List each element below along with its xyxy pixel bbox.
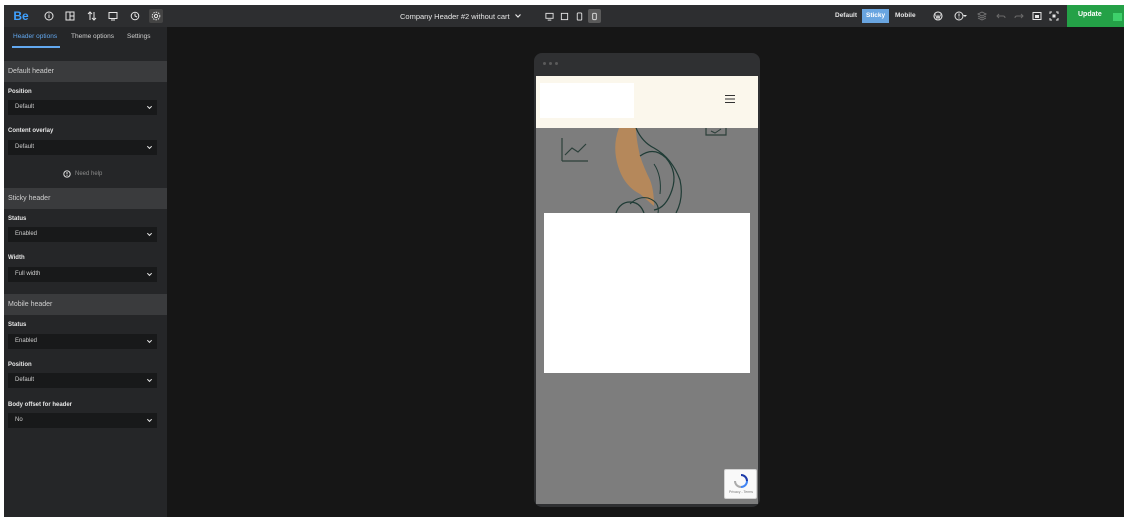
body-offset-label: Body offset for header — [8, 402, 73, 408]
layout-icon[interactable] — [63, 9, 77, 23]
update-button[interactable]: Update — [1067, 5, 1124, 27]
chevron-down-icon — [146, 418, 153, 423]
hero-illustration — [561, 128, 727, 213]
fullscreen-icon[interactable] — [1047, 9, 1061, 23]
tab-settings[interactable]: Settings — [127, 33, 151, 40]
content-overlay-select[interactable]: Default — [8, 140, 157, 155]
chevron-down-icon — [146, 232, 153, 237]
tab-header-options[interactable]: Header options — [13, 33, 57, 40]
history-icon[interactable] — [128, 9, 142, 23]
recaptcha-badge[interactable]: Privacy - Terms — [724, 469, 757, 499]
mode-default-button[interactable]: Default — [831, 9, 861, 23]
help-circle-icon — [63, 170, 71, 178]
menu-icon[interactable] — [725, 95, 735, 103]
need-help-label: Need help — [75, 171, 103, 177]
sticky-width-select[interactable]: Full width — [8, 267, 157, 282]
content-overlay-value: Default — [15, 144, 35, 150]
laptop-icon[interactable] — [558, 9, 571, 23]
recaptcha-terms[interactable]: Privacy - Terms — [729, 490, 753, 494]
preview-window-icon[interactable] — [1030, 9, 1044, 23]
content-overlay-label: Content overlay — [8, 128, 54, 134]
default-position-select[interactable]: Default — [8, 100, 157, 115]
body-offset-value: No — [15, 417, 23, 423]
mobile-position-label: Position — [8, 362, 32, 368]
mobile-position-value: Default — [15, 377, 35, 383]
device-dots — [543, 62, 558, 65]
site-header[interactable] — [536, 76, 758, 128]
sticky-status-value: Enabled — [15, 231, 38, 237]
section-default-header[interactable]: Default header — [4, 61, 167, 82]
template-selector[interactable]: Company Header #2 without cart — [400, 9, 522, 23]
mode-sticky-button[interactable]: Sticky — [862, 9, 890, 23]
default-position-value: Default — [15, 104, 35, 110]
mobile-status-value: Enabled — [15, 338, 38, 344]
preview-icon[interactable] — [106, 9, 120, 23]
help-icon[interactable] — [952, 9, 970, 23]
need-help-link[interactable]: Need help — [63, 170, 102, 178]
mode-mobile-button[interactable]: Mobile — [891, 9, 920, 23]
sticky-width-label: Width — [8, 255, 25, 261]
chevron-down-icon — [146, 145, 153, 150]
mobile-status-label: Status — [8, 322, 27, 328]
update-label: Update — [1078, 11, 1102, 18]
desktop-icon[interactable] — [543, 9, 556, 23]
chevron-down-icon — [146, 378, 153, 383]
redo-icon[interactable] — [1012, 9, 1026, 23]
chevron-down-icon — [146, 272, 153, 277]
sticky-status-label: Status — [8, 216, 27, 222]
header-options-panel: Header options Theme options Settings De… — [4, 27, 167, 517]
chevron-down-icon — [146, 105, 153, 110]
section-mobile-header[interactable]: Mobile header — [4, 294, 167, 315]
body-offset-select[interactable]: No — [8, 413, 157, 428]
template-name: Company Header #2 without cart — [400, 11, 510, 21]
top-toolbar: Be Company Header #2 without cart Defaul… — [4, 5, 1124, 27]
layers-icon[interactable] — [975, 9, 989, 23]
content-block — [544, 213, 750, 373]
chevron-down-icon — [514, 14, 521, 18]
sort-icon[interactable] — [85, 9, 99, 23]
tablet-icon[interactable] — [573, 9, 586, 23]
section-sticky-header[interactable]: Sticky header — [4, 188, 167, 209]
mobile-preview-screen[interactable]: Privacy - Terms — [536, 76, 758, 504]
tab-theme-options[interactable]: Theme options — [71, 33, 114, 40]
mobile-position-select[interactable]: Default — [8, 373, 157, 388]
active-tab-indicator — [12, 46, 60, 48]
panel-tabs: Header options Theme options Settings — [4, 27, 167, 49]
recaptcha-icon — [734, 474, 748, 488]
update-options-icon[interactable] — [1113, 13, 1122, 21]
chevron-down-icon — [146, 339, 153, 344]
sticky-width-value: Full width — [15, 271, 41, 277]
mobile-icon[interactable] — [588, 9, 601, 23]
settings-icon[interactable] — [149, 9, 163, 23]
sticky-status-select[interactable]: Enabled — [8, 227, 157, 242]
builder-logo[interactable]: Be — [8, 8, 34, 24]
info-icon[interactable] — [42, 9, 56, 23]
mobile-status-select[interactable]: Enabled — [8, 334, 157, 349]
site-logo[interactable] — [540, 83, 634, 118]
default-position-label: Position — [8, 89, 32, 95]
wordpress-icon[interactable] — [931, 9, 945, 23]
undo-icon[interactable] — [994, 9, 1008, 23]
